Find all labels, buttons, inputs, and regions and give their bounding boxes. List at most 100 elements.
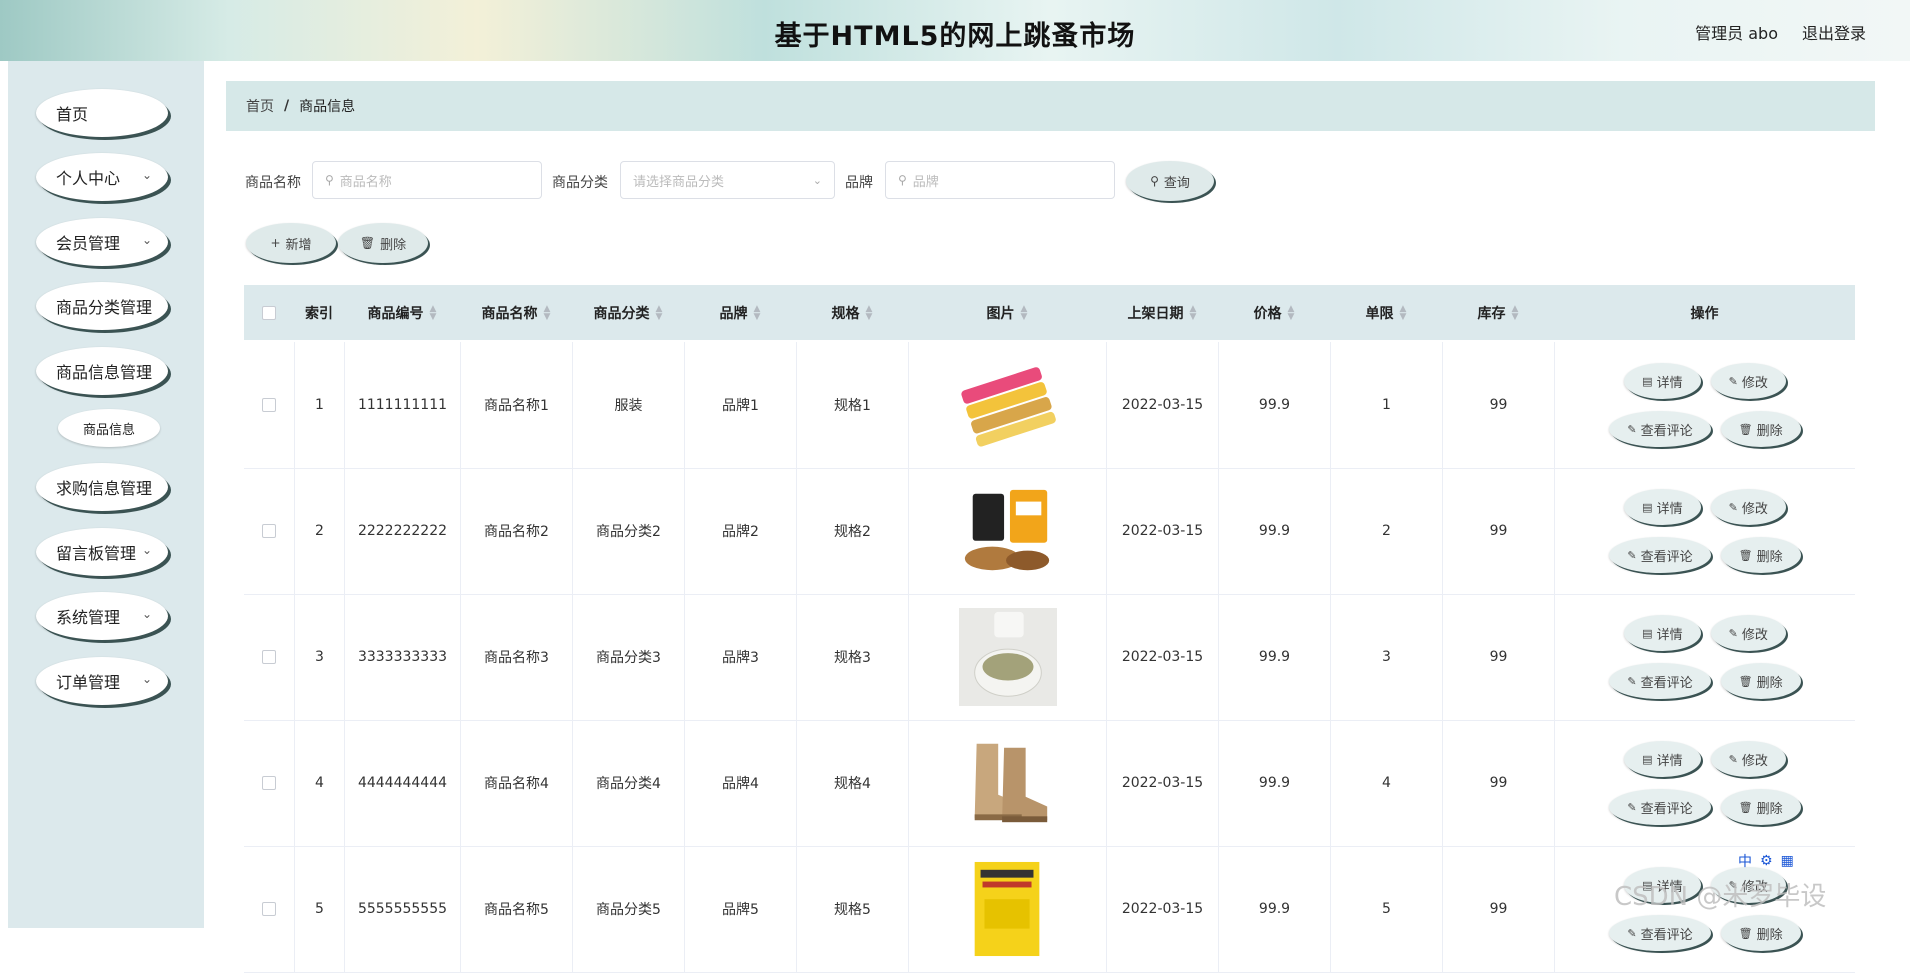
- breadcrumb: 首页 / 商品信息: [226, 81, 1875, 131]
- view-comments-button[interactable]: ✎ 查看评论: [1609, 915, 1711, 951]
- search-button[interactable]: ⚲ 查询: [1126, 161, 1214, 201]
- cell-brand: 品牌1: [684, 342, 796, 468]
- table-row: 4 4444444444 商品名称4 商品分类4 品牌4 规格4 2022-03-15 99.…: [244, 720, 1855, 847]
- logout-link[interactable]: 退出登录: [1802, 20, 1866, 44]
- view-comments-button[interactable]: ✎ 查看评论: [1609, 663, 1711, 699]
- search-icon: ⚲: [1150, 174, 1159, 188]
- column-header[interactable]: 规格 ▲ ▼: [796, 285, 908, 340]
- edit-button[interactable]: ✎ 修改: [1710, 741, 1786, 777]
- detail-button[interactable]: ▤ 详情: [1624, 489, 1701, 525]
- column-header[interactable]: 商品编号 ▲ ▼: [344, 285, 460, 340]
- view-comments-button[interactable]: ✎ 查看评论: [1609, 537, 1711, 573]
- cell-stock: 99: [1442, 342, 1554, 468]
- column-header-label: 价格: [1253, 305, 1282, 322]
- cell-text: 商品名称3: [484, 650, 549, 666]
- cell-text: 99: [1489, 397, 1508, 413]
- sidebar-item-category-mgmt[interactable]: 商品分类管理: [36, 282, 168, 330]
- detail-button-label: 详情: [1656, 501, 1683, 517]
- product-image: [958, 860, 1057, 958]
- user-label: 管理员 abo: [1695, 24, 1778, 43]
- batch-delete-button[interactable]: 🗑 删除: [338, 223, 428, 263]
- cell-text: 商品分类4: [596, 776, 661, 792]
- breadcrumb-separator: /: [284, 98, 290, 114]
- category-select[interactable]: 请选择商品分类 ⌄: [620, 161, 835, 199]
- delete-row-button[interactable]: 🗑 删除: [1720, 789, 1801, 825]
- edit-button[interactable]: ✎ 修改: [1710, 615, 1786, 651]
- detail-button[interactable]: ▤ 详情: [1624, 363, 1701, 399]
- sidebar-subitem-product-info[interactable]: 商品信息: [58, 409, 160, 447]
- pencil-icon: ✎: [1728, 374, 1738, 388]
- view-comments-button[interactable]: ✎ 查看评论: [1609, 411, 1711, 447]
- category-placeholder: 请选择商品分类: [633, 174, 725, 190]
- detail-button[interactable]: ▤ 详情: [1624, 615, 1701, 651]
- column-header[interactable]: 商品分类 ▲ ▼: [572, 285, 684, 340]
- sidebar-item-product-mgmt[interactable]: 商品信息管理: [36, 347, 168, 395]
- row-checkbox[interactable]: [262, 524, 276, 538]
- add-button[interactable]: + 新增: [246, 223, 336, 263]
- delete-row-button[interactable]: 🗑 删除: [1720, 537, 1801, 573]
- column-header[interactable]: 图片 ▲ ▼: [908, 285, 1106, 340]
- cell-text: 商品名称5: [484, 902, 549, 918]
- cell-text: 品牌2: [722, 524, 759, 540]
- column-header-label: 商品编号: [367, 305, 424, 322]
- ime-indicator: 中: [1738, 854, 1752, 870]
- delete-row-button[interactable]: 🗑 删除: [1720, 411, 1801, 447]
- row-checkbox[interactable]: [262, 902, 276, 916]
- cell-limit: 1: [1330, 342, 1442, 468]
- cell-text: 商品分类2: [596, 524, 661, 540]
- row-actions: ▤ 详情 ✎ 修改 ✎ 查看评论 🗑 删除: [1554, 720, 1855, 846]
- category-label: 商品分类: [552, 175, 608, 191]
- column-header[interactable]: 价格 ▲ ▼: [1218, 285, 1330, 340]
- sidebar-item-label: 留言板管理: [56, 544, 137, 563]
- select-all-checkbox[interactable]: [262, 305, 276, 320]
- edit-button[interactable]: ✎ 修改: [1710, 489, 1786, 525]
- view-comments-button[interactable]: ✎ 查看评论: [1609, 789, 1711, 825]
- cell-stock: 99: [1442, 846, 1554, 972]
- cell-stock: 99: [1442, 720, 1554, 846]
- table-row: 3 3333333333 商品名称3 商品分类3 品牌3 规格3 2022-03-15 99.…: [244, 594, 1855, 721]
- sidebar-item-wanted[interactable]: 求购信息管理: [36, 463, 168, 511]
- table-row: 1 1111111111 商品名称1 服装 品牌1 规格1 2022-03-15 99.9 1 9…: [244, 342, 1855, 469]
- sidebar-item-orders[interactable]: 订单管理 ⌄: [36, 657, 168, 705]
- column-header[interactable]: 商品名称 ▲ ▼: [460, 285, 572, 340]
- cell-text: 2: [1382, 523, 1391, 539]
- cell-text: 规格2: [834, 524, 871, 540]
- cell-text: 2: [315, 523, 324, 539]
- product-name-placeholder: 商品名称: [339, 174, 392, 190]
- column-header-label: 库存: [1477, 305, 1506, 322]
- edit-button[interactable]: ✎ 修改: [1710, 363, 1786, 399]
- view-comments-button-label: 查看评论: [1640, 549, 1693, 565]
- cell-spec: 规格4: [796, 720, 908, 846]
- column-header[interactable]: 品牌 ▲ ▼: [684, 285, 796, 340]
- row-checkbox[interactable]: [262, 398, 276, 412]
- brand-input[interactable]: ⚲ 品牌: [885, 161, 1115, 199]
- sort-icon: ▲ ▼: [1020, 303, 1028, 322]
- search-icon: ⚲: [325, 173, 334, 187]
- delete-row-button[interactable]: 🗑 删除: [1720, 915, 1801, 951]
- sidebar-item-system[interactable]: 系统管理 ⌄: [36, 592, 168, 640]
- cell-text: 规格1: [834, 398, 871, 414]
- column-header[interactable]: 库存 ▲ ▼: [1442, 285, 1554, 340]
- column-header[interactable]: 上架日期 ▲ ▼: [1106, 285, 1218, 340]
- cell-category: 商品分类4: [572, 720, 684, 846]
- column-header-label: 品牌: [719, 305, 748, 322]
- cell-text: 99: [1489, 523, 1508, 539]
- sidebar-item-messages[interactable]: 留言板管理 ⌄: [36, 528, 168, 576]
- sidebar-item-home[interactable]: 首页: [36, 89, 168, 137]
- delete-button-label: 删除: [380, 237, 407, 253]
- detail-button-label: 详情: [1656, 375, 1683, 391]
- row-checkbox[interactable]: [262, 776, 276, 790]
- edit-button-label: 修改: [1741, 753, 1768, 769]
- view-comments-button-label: 查看评论: [1640, 927, 1693, 943]
- delete-row-button[interactable]: 🗑 删除: [1720, 663, 1801, 699]
- sidebar-item-members[interactable]: 会员管理 ⌄: [36, 218, 168, 266]
- cell-text: 99: [1489, 649, 1508, 665]
- document-icon: ▤: [1642, 500, 1653, 514]
- row-checkbox[interactable]: [262, 650, 276, 664]
- sidebar-item-profile[interactable]: 个人中心 ⌄: [36, 153, 168, 201]
- detail-button[interactable]: ▤ 详情: [1624, 741, 1701, 777]
- cell-text: 4: [1382, 775, 1391, 791]
- column-header[interactable]: 单限 ▲ ▼: [1330, 285, 1442, 340]
- breadcrumb-home[interactable]: 首页: [246, 96, 274, 116]
- product-name-input[interactable]: ⚲ 商品名称: [312, 161, 542, 199]
